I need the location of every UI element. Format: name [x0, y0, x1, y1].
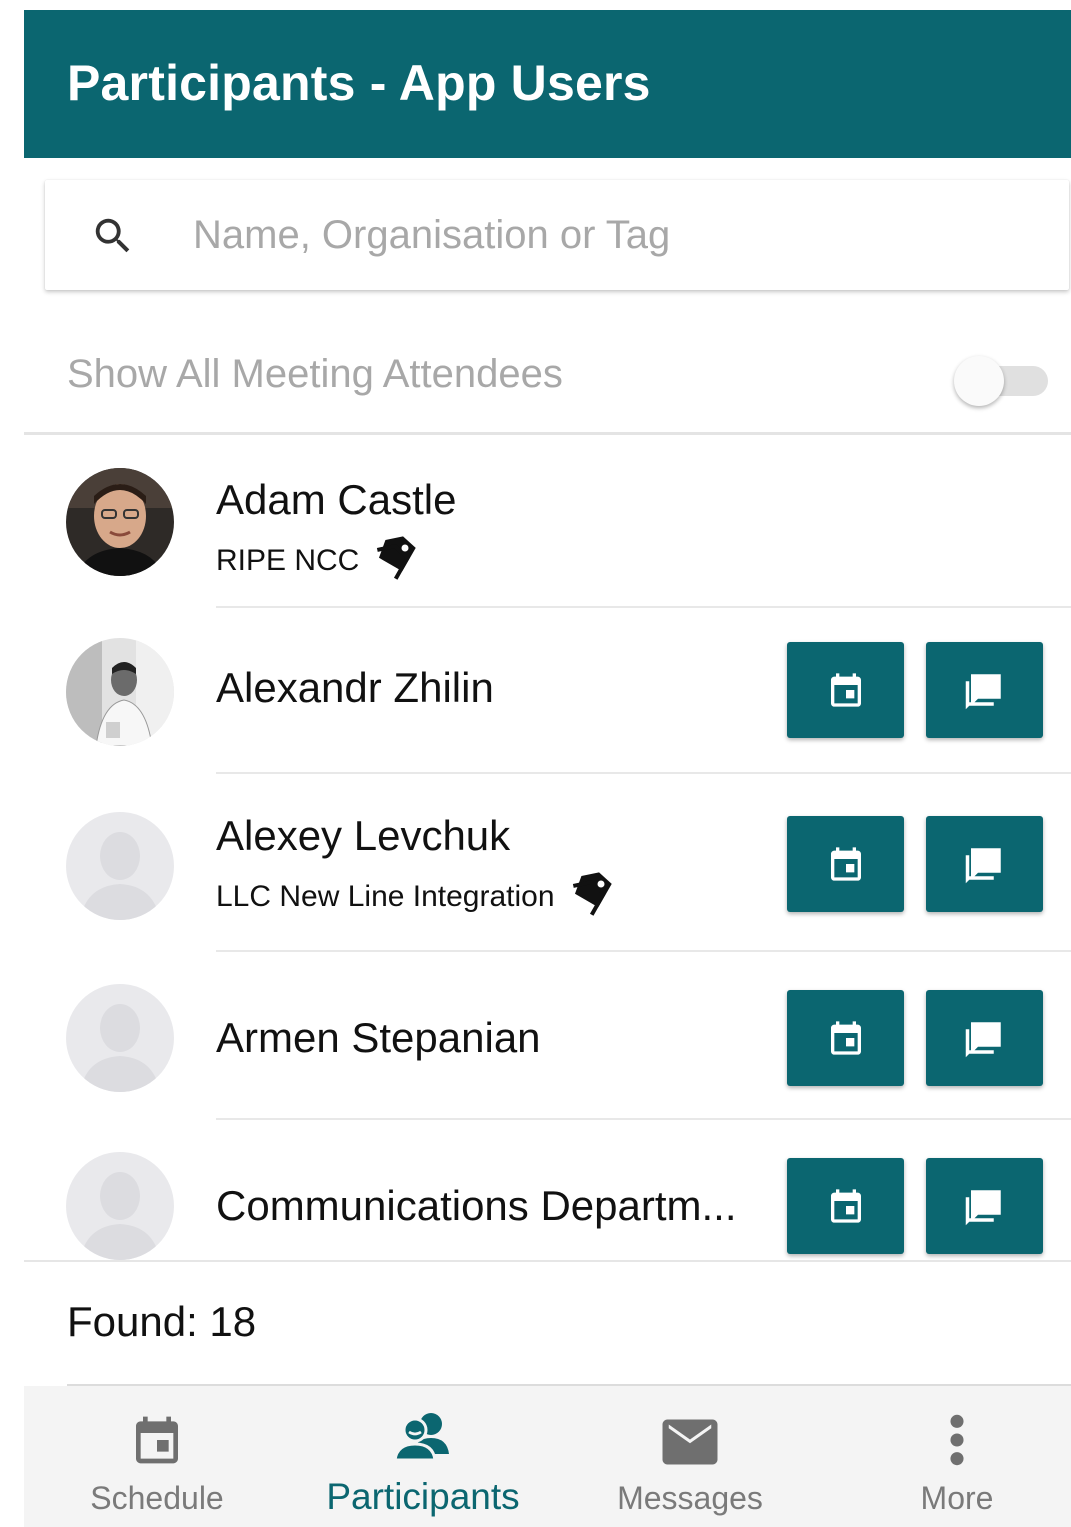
- participant-organisation: RIPE NCC: [216, 534, 421, 588]
- participant-row[interactable]: Alexandr Zhilin: [24, 608, 1071, 774]
- show-all-attendees-row: Show All Meeting Attendees: [24, 328, 1071, 436]
- participant-name: Armen Stepanian: [216, 1014, 541, 1061]
- avatar-placeholder: [66, 984, 174, 1092]
- search-bar[interactable]: [45, 180, 1069, 290]
- avatar-photo: [66, 468, 174, 576]
- send-message-button[interactable]: [926, 1158, 1043, 1254]
- search-input[interactable]: [193, 202, 1033, 268]
- schedule-meeting-button[interactable]: [787, 1158, 904, 1254]
- calendar-icon: [136, 1416, 178, 1464]
- avatar: [66, 812, 174, 920]
- nav-label-more: More: [920, 1480, 994, 1516]
- organisation-text: LLC New Line Integration: [216, 880, 555, 913]
- participant-name: Alexey Levchuk: [216, 812, 511, 859]
- nav-item-participants[interactable]: Participants: [292, 1386, 554, 1527]
- chat-icon: [965, 1022, 1001, 1058]
- avatar-placeholder: [66, 812, 174, 920]
- nav-label-schedule: Schedule: [90, 1480, 224, 1516]
- participant-row[interactable]: Adam Castle RIPE NCC: [24, 436, 1071, 608]
- send-message-button[interactable]: [926, 990, 1043, 1086]
- participant-row[interactable]: Alexey Levchuk LLC New Line Integration: [24, 774, 1071, 952]
- organisation-text: RIPE NCC: [216, 544, 360, 577]
- avatar-placeholder: [66, 1152, 174, 1260]
- avatar: [66, 984, 174, 1092]
- show-all-attendees-toggle[interactable]: [954, 354, 1050, 406]
- participant-name: Communications Departm...: [216, 1182, 737, 1229]
- participant-row[interactable]: Armen Stepanian: [24, 952, 1071, 1120]
- section-divider: [24, 432, 1071, 435]
- avatar: [66, 638, 174, 746]
- nav-item-more[interactable]: More: [826, 1386, 1071, 1527]
- show-all-attendees-label: Show All Meeting Attendees: [67, 352, 563, 396]
- tag-icon: [567, 870, 617, 924]
- participant-name: Alexandr Zhilin: [216, 664, 494, 711]
- toggle-thumb: [954, 356, 1004, 406]
- calendar-icon: [830, 1189, 861, 1223]
- avatar: [66, 468, 174, 576]
- envelope-icon: [662, 1419, 718, 1465]
- participant-row[interactable]: Communications Departm...: [24, 1120, 1071, 1260]
- tag-icon: [371, 534, 421, 588]
- send-message-button[interactable]: [926, 642, 1043, 738]
- search-icon: [95, 218, 130, 253]
- results-footer: Found: 18: [24, 1260, 1071, 1388]
- schedule-meeting-button[interactable]: [787, 816, 904, 912]
- chat-icon: [965, 674, 1001, 710]
- nav-item-messages[interactable]: Messages: [559, 1386, 821, 1527]
- participant-organisation: LLC New Line Integration: [216, 870, 617, 924]
- participant-name: Adam Castle: [216, 476, 457, 523]
- avatar-photo: [66, 638, 174, 746]
- results-count: Found: 18: [67, 1298, 257, 1345]
- calendar-icon: [830, 1021, 861, 1055]
- calendar-icon: [830, 673, 861, 707]
- avatar: [66, 1152, 174, 1260]
- schedule-meeting-button[interactable]: [787, 990, 904, 1086]
- chat-icon: [965, 1190, 1001, 1226]
- bottom-nav: Schedule Participants Messages More: [24, 1386, 1071, 1527]
- nav-label-messages: Messages: [617, 1480, 763, 1516]
- page-title: Participants - App Users: [67, 55, 651, 111]
- people-icon: [393, 1413, 449, 1462]
- chat-icon: [965, 848, 1001, 884]
- nav-label-participants: Participants: [326, 1476, 520, 1517]
- more-vertical-icon: [950, 1414, 964, 1466]
- calendar-icon: [830, 847, 861, 881]
- nav-item-schedule[interactable]: Schedule: [26, 1386, 288, 1527]
- send-message-button[interactable]: [926, 816, 1043, 912]
- app-header: Participants - App Users: [24, 10, 1071, 158]
- schedule-meeting-button[interactable]: [787, 642, 904, 738]
- app-screen: Participants - App Users Show All Meetin…: [24, 10, 1071, 1527]
